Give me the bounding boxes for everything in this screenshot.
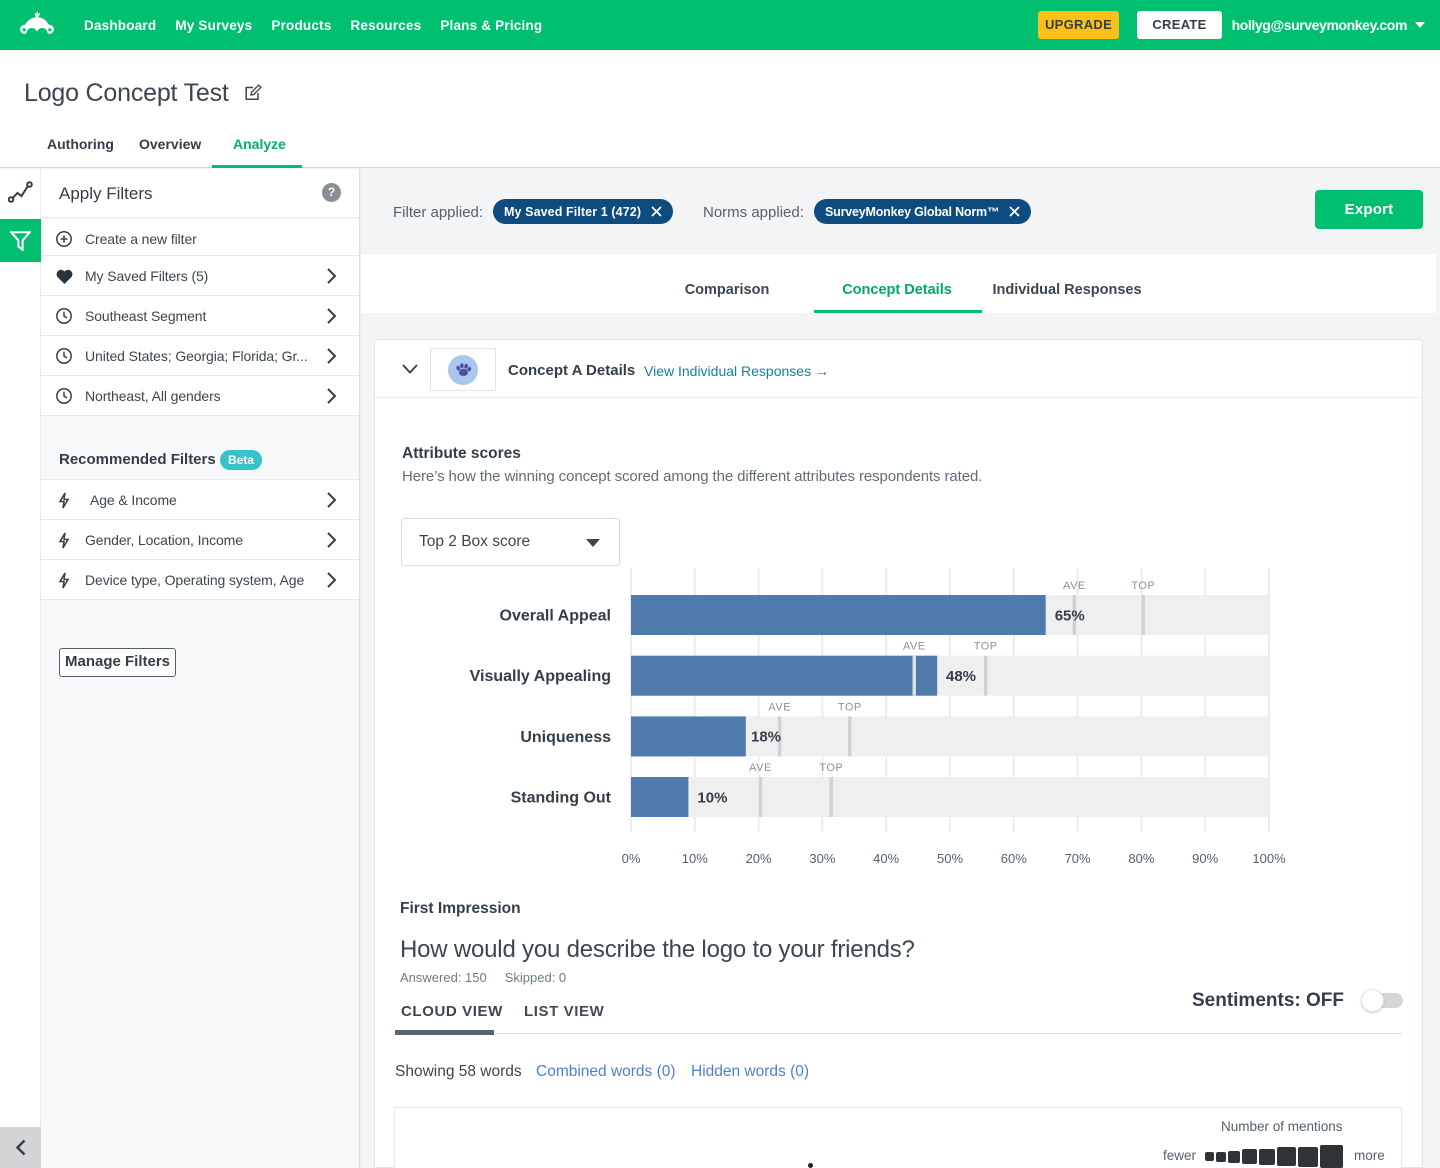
svg-text:AVE: AVE (749, 762, 772, 774)
svg-text:TOP: TOP (838, 701, 862, 713)
svg-text:Visually Appealing: Visually Appealing (470, 668, 611, 685)
svg-text:90%: 90% (1192, 851, 1218, 866)
svg-text:10%: 10% (697, 789, 727, 806)
svg-text:80%: 80% (1128, 851, 1154, 866)
svg-text:TOP: TOP (1131, 580, 1155, 592)
svg-text:AVE: AVE (768, 701, 791, 713)
svg-text:Standing Out: Standing Out (511, 790, 612, 807)
svg-text:TOP: TOP (819, 762, 843, 774)
svg-text:60%: 60% (1001, 851, 1027, 866)
svg-text:TOP: TOP (974, 641, 998, 653)
svg-text:Uniqueness: Uniqueness (520, 729, 611, 746)
svg-text:AVE: AVE (903, 641, 926, 653)
svg-text:70%: 70% (1065, 851, 1091, 866)
svg-text:65%: 65% (1055, 607, 1085, 624)
svg-text:18%: 18% (751, 729, 781, 746)
svg-text:100%: 100% (1252, 851, 1286, 866)
svg-text:30%: 30% (809, 851, 835, 866)
svg-text:20%: 20% (746, 851, 772, 866)
svg-text:40%: 40% (873, 851, 899, 866)
svg-text:50%: 50% (937, 851, 963, 866)
svg-text:10%: 10% (682, 851, 708, 866)
svg-text:48%: 48% (946, 668, 976, 685)
svg-text:0%: 0% (622, 851, 641, 866)
svg-text:AVE: AVE (1063, 580, 1086, 592)
svg-text:Overall Appeal: Overall Appeal (500, 608, 611, 625)
